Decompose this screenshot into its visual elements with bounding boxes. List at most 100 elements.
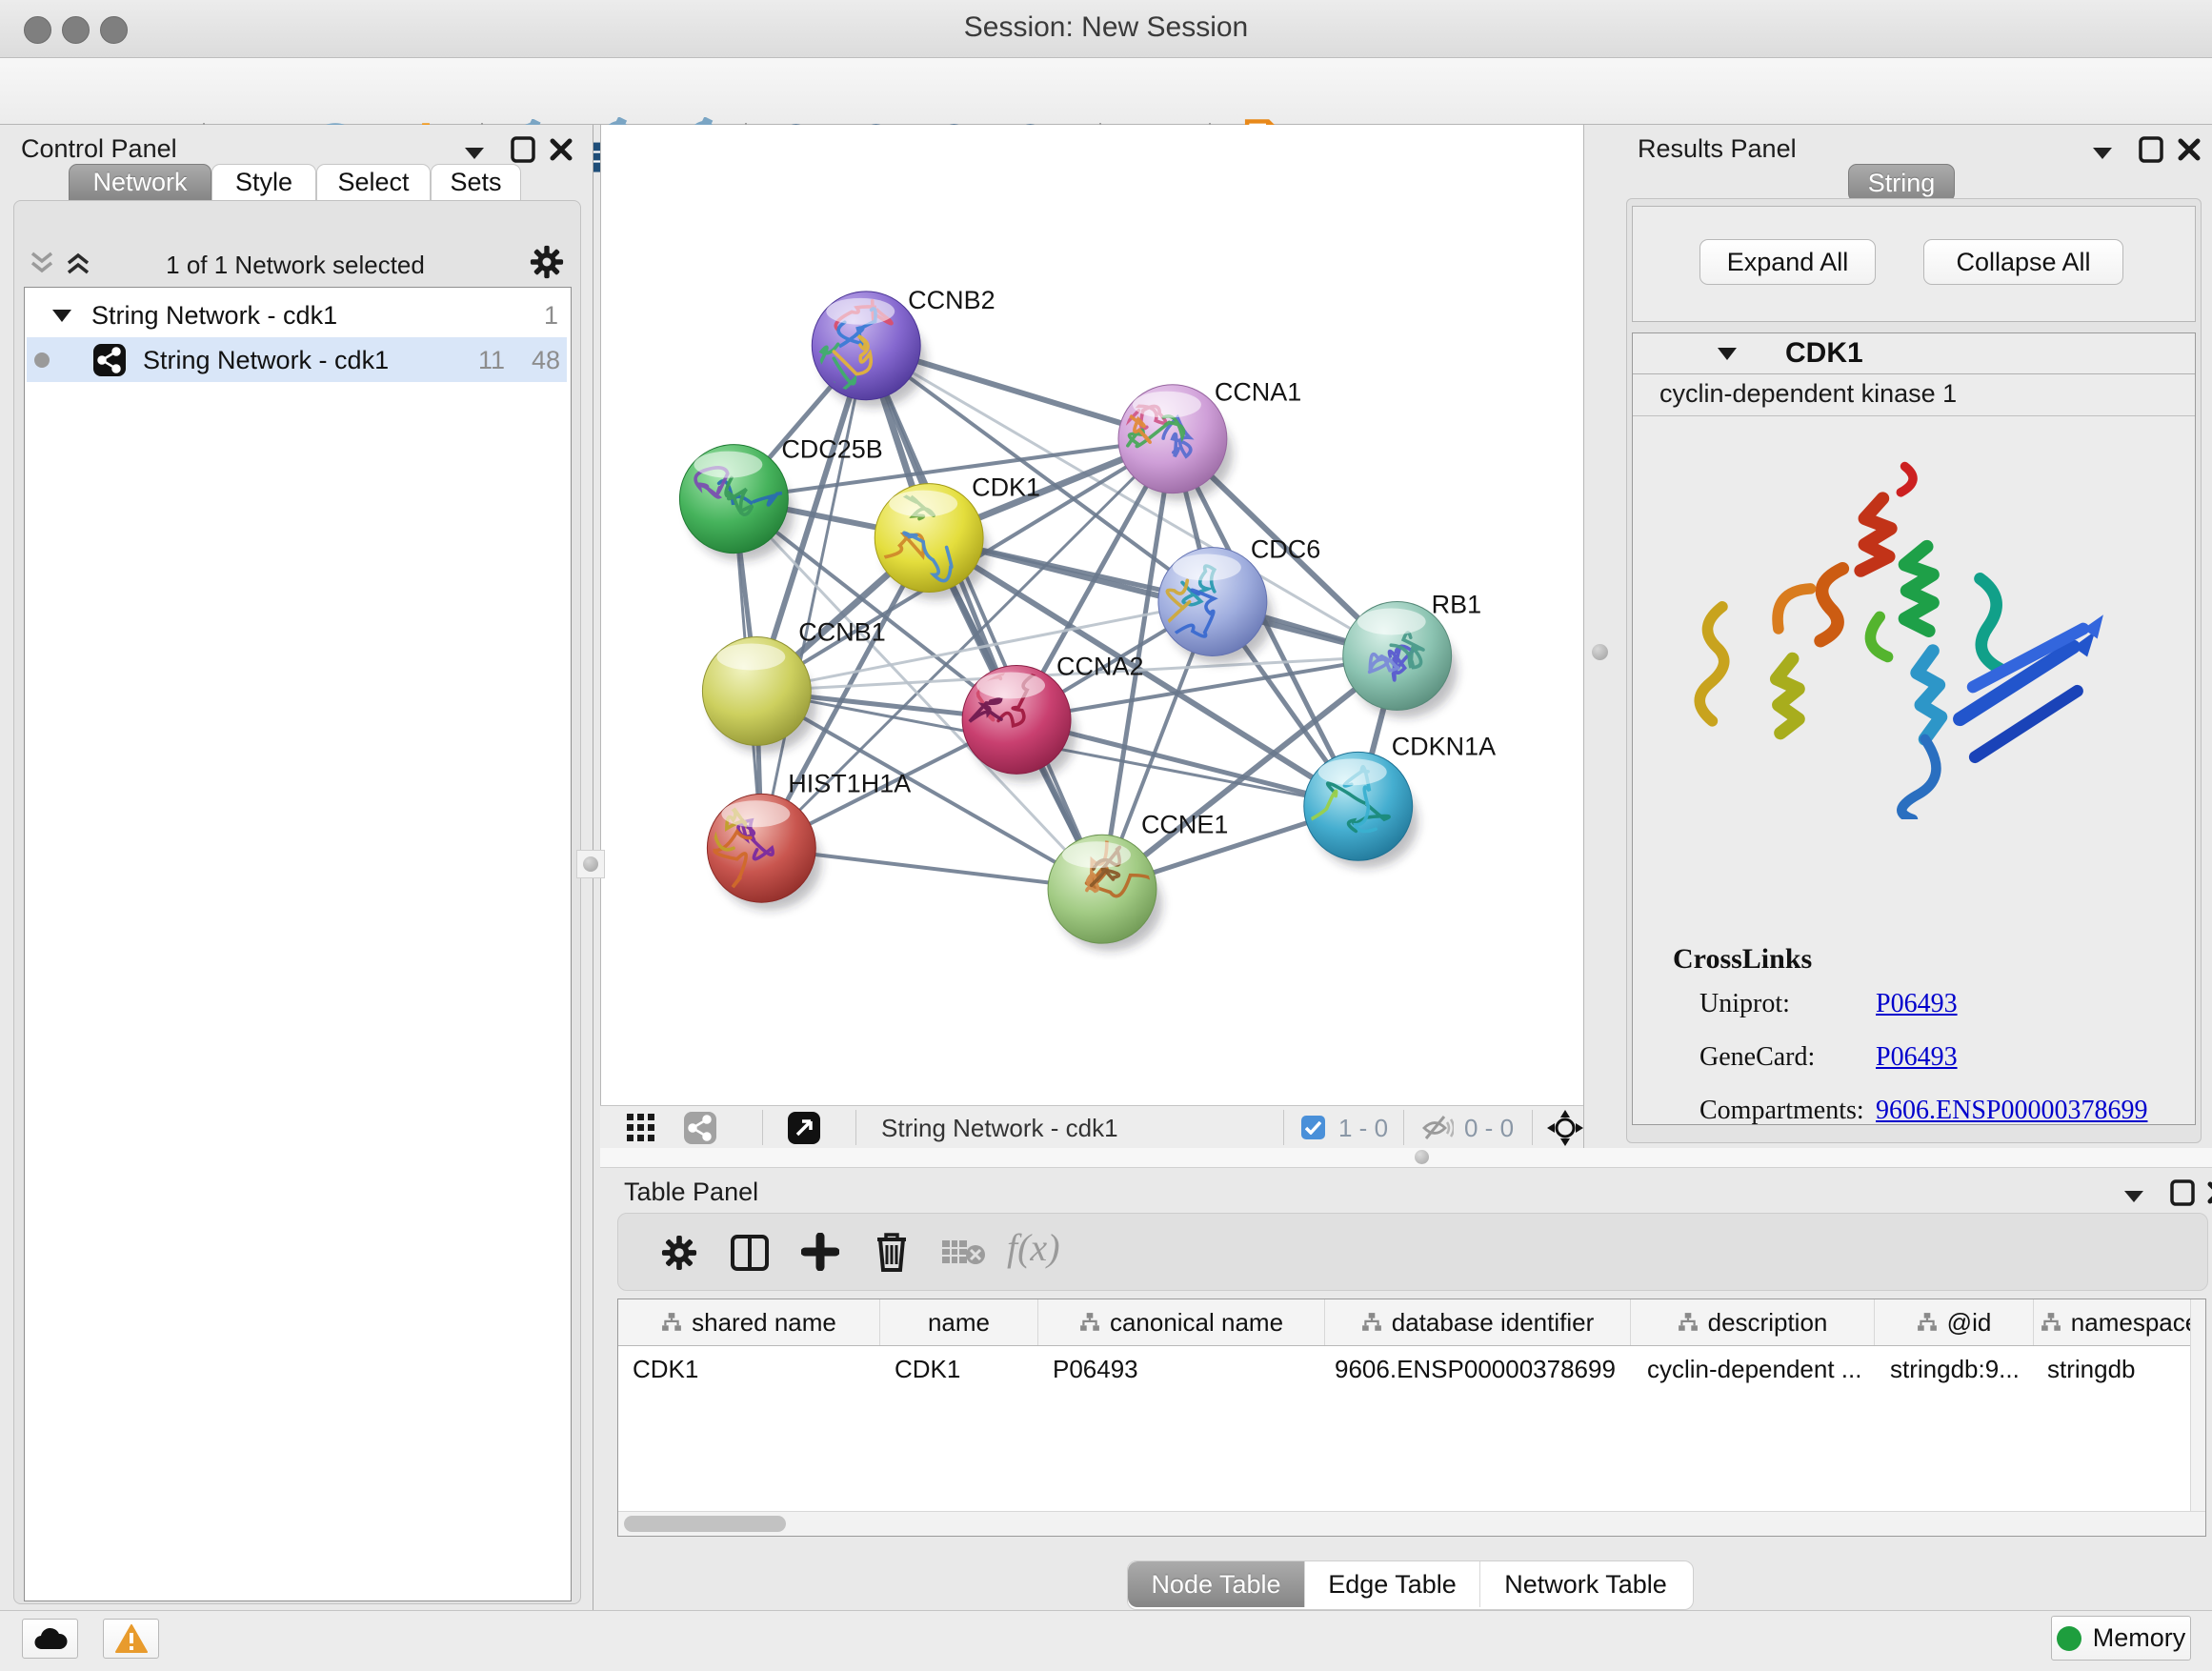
column-header-name[interactable]: name — [880, 1299, 1038, 1345]
splitter-grip-dot — [1415, 1150, 1429, 1164]
footer-separator — [762, 1110, 763, 1145]
tab-style[interactable]: Style — [211, 164, 316, 201]
check-icon — [1305, 1121, 1321, 1135]
delete-column-icon[interactable] — [874, 1231, 910, 1273]
column-type-icon — [1079, 1312, 1100, 1333]
network-collection-count: 1 — [520, 301, 558, 331]
table-settings-gear-icon[interactable] — [661, 1235, 697, 1271]
detach-view-icon[interactable] — [788, 1112, 820, 1144]
right-splitter[interactable] — [1583, 125, 1619, 1148]
expand-all-networks-icon[interactable] — [65, 251, 91, 275]
control-panel-title: Control Panel — [21, 134, 177, 164]
memory-status-dot — [2057, 1626, 2081, 1651]
gene-expander-icon[interactable] — [1717, 347, 1738, 361]
network-node-RB1[interactable]: RB1 — [1343, 591, 1481, 718]
string-network-graph[interactable]: CCNB2CCNA1CDC25BCDK1CDC6RB1CCNB1CCNA2CDK… — [601, 125, 1584, 1105]
footer-separator — [855, 1110, 856, 1145]
table-panel: Table Panel f(x) shared name name — [600, 1167, 2212, 1611]
results-panel-collapse-icon[interactable] — [2091, 146, 2114, 161]
table-hscrollbar-track[interactable] — [618, 1511, 2205, 1537]
node-label-CCNA2: CCNA2 — [1056, 652, 1143, 680]
table-hscrollbar-thumb[interactable] — [624, 1516, 786, 1532]
table-panel-float-icon[interactable] — [2170, 1179, 2195, 1206]
table-vscrollbar-track[interactable] — [2190, 1299, 2206, 1511]
network-options-gear-icon[interactable] — [530, 245, 564, 279]
tab-network-table[interactable]: Network Table — [1479, 1561, 1691, 1607]
column-header-namespace[interactable]: namespace — [2034, 1299, 2205, 1345]
table-toolbar: f(x) — [617, 1213, 2208, 1291]
results-panel-float-icon[interactable] — [2139, 136, 2163, 163]
column-label: @id — [1947, 1308, 1992, 1338]
tree-expander-icon[interactable] — [51, 309, 72, 323]
title-bar: Session: New Session — [0, 0, 2212, 58]
node-label-CDC25B: CDC25B — [781, 435, 882, 464]
network-node-CCNA2[interactable]: CCNA2 — [962, 652, 1143, 781]
add-column-icon[interactable] — [801, 1233, 839, 1271]
network-node-CCNB2[interactable]: CCNB2 — [810, 286, 995, 408]
control-panel-collapse-icon[interactable] — [463, 146, 486, 161]
results-panel-close-icon[interactable] — [2177, 137, 2202, 162]
column-label: database identifier — [1392, 1308, 1594, 1338]
expand-all-button[interactable]: Expand All — [1699, 239, 1876, 285]
network-node-CDC25B[interactable]: CDC25B — [679, 435, 882, 561]
control-panel-float-icon[interactable] — [511, 136, 535, 163]
tab-string[interactable]: String — [1848, 164, 1955, 202]
network-node-CDKN1A[interactable]: CDKN1A — [1260, 732, 1496, 868]
network-tree-root-row[interactable]: String Network - cdk1 1 — [25, 293, 569, 337]
cell-shared-name: CDK1 — [633, 1355, 871, 1384]
column-label: namespace — [2071, 1308, 2199, 1338]
collapse-all-button[interactable]: Collapse All — [1923, 239, 2123, 285]
crosslink-genecard-link[interactable]: P06493 — [1876, 1042, 1958, 1073]
footer-separator — [1283, 1110, 1284, 1145]
crosslink-uniprot-link[interactable]: P06493 — [1876, 989, 1958, 1019]
node-label-RB1: RB1 — [1432, 591, 1481, 619]
hidden-count: 0 - 0 — [1464, 1114, 1514, 1143]
birdseye-crosshair-icon[interactable] — [1547, 1110, 1583, 1146]
network-view-canvas[interactable]: CCNB2CCNA1CDC25BCDK1CDC6RB1CCNB1CCNA2CDK… — [600, 125, 1584, 1105]
tab-sets[interactable]: Sets — [431, 164, 521, 201]
splitter-grip-dot — [583, 856, 598, 872]
cell-name: CDK1 — [895, 1355, 1033, 1384]
network-node-CDC6[interactable]: CDC6 — [1142, 535, 1320, 664]
status-bar: Memory — [0, 1610, 2212, 1671]
column-header-id[interactable]: @id — [1875, 1299, 2034, 1345]
grid-view-icon[interactable] — [627, 1114, 655, 1142]
column-header-canonical-name[interactable]: canonical name — [1038, 1299, 1325, 1345]
node-label-CDC6: CDC6 — [1251, 535, 1320, 564]
column-label: name — [928, 1308, 990, 1338]
results-panel-title: Results Panel — [1638, 134, 1797, 164]
network-tree-selected-row[interactable]: String Network - cdk1 11 48 — [27, 337, 567, 382]
table-panel-collapse-icon[interactable] — [2122, 1189, 2145, 1204]
tab-select[interactable]: Select — [316, 164, 431, 201]
network-node-CCNA1[interactable]: CCNA1 — [1108, 378, 1301, 501]
control-panel-close-icon[interactable] — [549, 137, 573, 162]
crosslink-compartments-link[interactable]: 9606.ENSP00000378699 — [1876, 1096, 2147, 1126]
show-columns-icon[interactable] — [731, 1235, 769, 1271]
tab-edge-table[interactable]: Edge Table — [1304, 1561, 1479, 1607]
hidden-eye-icon[interactable] — [1421, 1115, 1454, 1141]
left-splitter-handle[interactable] — [576, 850, 605, 878]
column-header-shared-name[interactable]: shared name — [618, 1299, 880, 1345]
selected-checkbox[interactable] — [1301, 1116, 1325, 1139]
column-type-icon — [1678, 1312, 1699, 1333]
collapse-all-networks-icon[interactable] — [29, 251, 55, 275]
horizontal-splitter[interactable] — [600, 1148, 2212, 1167]
tab-network[interactable]: Network — [69, 164, 211, 201]
gene-card-header[interactable]: CDK1 — [1633, 333, 2195, 374]
column-header-database-identifier[interactable]: database identifier — [1325, 1299, 1631, 1345]
warnings-button[interactable] — [103, 1619, 159, 1659]
table-panel-close-icon[interactable] — [2206, 1180, 2212, 1205]
network-view-icon[interactable] — [684, 1112, 716, 1144]
network-node-HIST1H1A[interactable]: HIST1H1A — [707, 769, 911, 910]
network-view-title: String Network - cdk1 — [881, 1114, 1118, 1143]
gene-description-row: cyclin-dependent kinase 1 — [1633, 373, 2195, 416]
footer-separator — [1403, 1110, 1404, 1145]
memory-button[interactable]: Memory — [2051, 1616, 2191, 1661]
cloud-status-button[interactable] — [22, 1619, 78, 1659]
table-row[interactable]: CDK1 CDK1 P06493 9606.ENSP00000378699 cy… — [618, 1345, 2205, 1391]
cell-canonical-name: P06493 — [1053, 1355, 1319, 1384]
column-header-description[interactable]: description — [1631, 1299, 1875, 1345]
column-label: description — [1708, 1308, 1828, 1338]
gene-name: CDK1 — [1785, 337, 1863, 370]
tab-node-table[interactable]: Node Table — [1128, 1561, 1304, 1607]
